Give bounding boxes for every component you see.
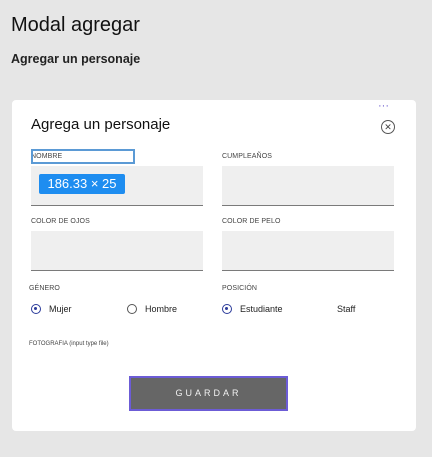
radio-label-hombre: Hombre xyxy=(145,304,178,314)
radio-label-mujer: Mujer xyxy=(49,304,72,314)
radio-hombre[interactable]: Hombre xyxy=(127,304,177,314)
radio-staff[interactable]: Staff xyxy=(337,304,355,314)
cumpleanos-input[interactable] xyxy=(222,166,394,206)
color-ojos-label: COLOR DE OJOS xyxy=(31,218,90,225)
radio-button-checked[interactable] xyxy=(222,304,232,314)
posicion-label: POSICIÓN xyxy=(222,285,258,292)
nombre-focus-outline xyxy=(31,149,135,164)
modal-title: Agrega un personaje xyxy=(31,116,171,133)
ellipsis-icon[interactable]: ··· xyxy=(378,101,389,112)
close-icon[interactable]: ✕ xyxy=(381,120,395,134)
radio-label-staff: Staff xyxy=(337,304,356,314)
radio-button-checked[interactable] xyxy=(31,304,41,314)
color-ojos-input[interactable] xyxy=(31,231,203,271)
add-character-modal: ··· Agrega un personaje ✕ NOMBRE 186.33 … xyxy=(12,100,416,431)
size-tooltip: 186.33 × 25 xyxy=(39,174,125,194)
color-pelo-label: COLOR DE PELO xyxy=(222,218,281,225)
page-subtitle: Agregar un personaje xyxy=(11,52,141,66)
color-pelo-input[interactable] xyxy=(222,231,394,271)
radio-estudiante[interactable]: Estudiante xyxy=(222,304,283,314)
radio-label-estudiante: Estudiante xyxy=(240,304,283,314)
cumpleanos-label: CUMPLEAÑOS xyxy=(222,153,273,160)
genero-label: GÉNERO xyxy=(29,285,60,292)
page-title: Modal agregar xyxy=(11,14,140,36)
radio-mujer[interactable]: Mujer xyxy=(31,304,72,314)
radio-button-unchecked[interactable] xyxy=(127,304,137,314)
save-button[interactable]: GUARDAR xyxy=(129,376,288,411)
fotografia-file-input[interactable]: FOTOGRAFIA (input type file) xyxy=(29,341,109,347)
